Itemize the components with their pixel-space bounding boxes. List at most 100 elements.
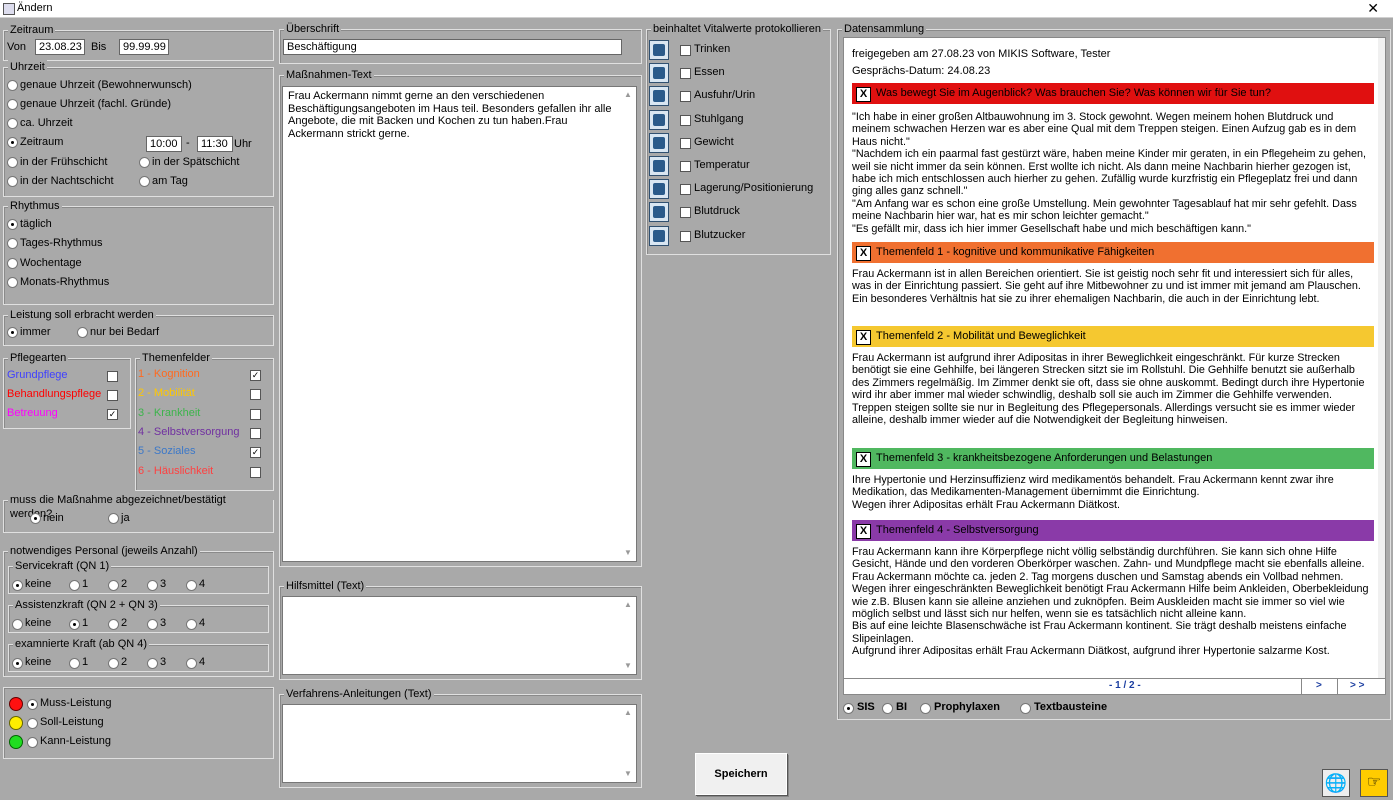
vital-checkbox-5[interactable]	[680, 161, 691, 172]
muss-leistung-radio[interactable]	[27, 699, 38, 710]
personal-radio-0-2[interactable]	[108, 580, 119, 591]
vital-icon-3	[649, 109, 669, 130]
prophylaxen-radio[interactable]	[920, 703, 931, 714]
sis-section-toggle-2[interactable]: X	[856, 330, 871, 345]
uhrzeit-opt1-label: genaue Uhrzeit (Bewohnerwunsch)	[20, 79, 192, 91]
vital-icon-inner-4	[653, 136, 665, 149]
vital-icon-0	[649, 40, 669, 60]
personal-opt-label-2-4: 4	[199, 656, 206, 668]
time-from-input[interactable]: 10:00	[146, 136, 182, 152]
massnahmen-label: Maßnahmen-Text	[284, 68, 374, 82]
vital-checkbox-4[interactable]	[680, 137, 691, 149]
rhythmus-radio-4[interactable]	[7, 277, 18, 288]
personal-opt-label-0-4: 4	[199, 578, 206, 590]
bi-radio[interactable]	[882, 703, 893, 714]
personal-radio-0-0[interactable]	[12, 580, 23, 591]
abzeichnen-radio-ja[interactable]	[108, 513, 119, 524]
personal-radio-2-1[interactable]	[69, 658, 80, 669]
personal-radio-1-4[interactable]	[186, 619, 197, 630]
uhrzeit-opt4-label: Zeitraum	[20, 136, 64, 148]
pflegeart-checkbox-1[interactable]	[107, 390, 118, 401]
soll-leistung-radio[interactable]	[27, 718, 38, 729]
leistung-radio-bedarf[interactable]	[77, 327, 88, 338]
themenfeld-checkbox-5[interactable]	[250, 466, 261, 478]
themenfeld-checkbox-3[interactable]	[250, 427, 261, 439]
sis-radio[interactable]	[843, 703, 854, 714]
sis-section-toggle-1[interactable]: X	[856, 246, 871, 261]
ueberschrift-input[interactable]: Beschäftigung	[283, 39, 622, 55]
pflegeart-checkbox-2[interactable]: ✓	[107, 409, 118, 420]
vital-checkbox-6[interactable]	[680, 184, 691, 196]
leistung-radio-immer[interactable]	[7, 327, 18, 338]
rhythmus-radio-2[interactable]	[7, 238, 18, 249]
vital-checkbox-1[interactable]	[680, 68, 691, 80]
vital-checkbox-3[interactable]	[680, 114, 691, 126]
hilfsmittel-scrollbar[interactable]: ▲ ▼	[623, 599, 634, 672]
sis-section-toggle-0[interactable]: X	[856, 87, 871, 102]
themenfeld-checkbox-1[interactable]	[250, 389, 261, 401]
personal-radio-1-0[interactable]	[12, 619, 23, 630]
personal-radio-0-3[interactable]	[147, 580, 158, 591]
uhrzeit-opt7-label: in der Nachtschicht	[20, 175, 114, 187]
time-unit-label: Uhr	[234, 138, 252, 150]
themenfeld-label-2: 3 - Krankheit	[138, 406, 201, 419]
personal-radio-2-2[interactable]	[108, 658, 119, 669]
massnahmen-textarea[interactable]: Frau Ackermann nimmt gerne an den versch…	[282, 86, 637, 562]
pflegeart-label-2: Betreuung	[7, 407, 58, 419]
personal-opt-label-2-0: keine	[25, 656, 52, 668]
textbausteine-radio[interactable]	[1020, 703, 1031, 714]
exit-icon[interactable]: ☞	[1360, 769, 1388, 797]
themenfeld-checkbox-4[interactable]: ✓	[250, 447, 261, 459]
time-to-input[interactable]: 11:30	[197, 136, 233, 152]
rhythmus-radio-1[interactable]	[7, 219, 18, 230]
von-date-input[interactable]: 23.08.23	[35, 39, 85, 55]
uhrzeit-radio-2[interactable]	[7, 99, 18, 110]
pflegeart-checkbox-0[interactable]	[107, 371, 118, 382]
hilfsmittel-textarea[interactable]: ▲ ▼	[282, 596, 637, 675]
vital-checkbox-8[interactable]	[680, 230, 691, 242]
sis-section-toggle-4[interactable]: X	[856, 524, 871, 539]
uhrzeit-radio-1[interactable]	[7, 80, 18, 91]
massnahmen-scrollbar[interactable]: ▲ ▼	[623, 89, 634, 559]
uhrzeit-radio-4[interactable]	[7, 137, 18, 148]
personal-radio-0-1[interactable]	[69, 580, 80, 591]
abzeichnen-radio-nein[interactable]	[30, 513, 41, 524]
personal-radio-1-1[interactable]	[69, 619, 80, 630]
vital-checkbox-2[interactable]	[680, 91, 691, 103]
kann-leistung-radio[interactable]	[27, 737, 38, 748]
vital-checkbox-7[interactable]	[680, 207, 691, 219]
speichern-button[interactable]: Speichern	[695, 753, 787, 795]
personal-radio-0-4[interactable]	[186, 580, 197, 591]
close-icon[interactable]: ✕	[1367, 0, 1379, 17]
uhrzeit-radio-7[interactable]	[7, 176, 18, 187]
sis-document: freigegeben am 27.08.23 von MIKIS Softwa…	[843, 37, 1386, 695]
personal-opt-label-1-2: 2	[121, 617, 128, 629]
personal-label: notwendiges Personal (jeweils Anzahl)	[8, 544, 200, 558]
sis-scrollbar[interactable]	[1378, 38, 1385, 678]
last-page-button[interactable]: > >	[1350, 680, 1364, 691]
bis-date-input[interactable]: 99.99.99	[119, 39, 169, 55]
themenfeld-checkbox-0[interactable]: ✓	[250, 370, 261, 381]
personal-radio-2-4[interactable]	[186, 658, 197, 669]
personal-radio-2-0[interactable]	[12, 658, 23, 669]
sis-section-toggle-3[interactable]: X	[856, 452, 871, 467]
personal-subgroup-label-0: Servicekraft (QN 1)	[13, 559, 112, 573]
uhrzeit-opt3-label: ca. Uhrzeit	[20, 117, 73, 129]
uhrzeit-radio-8[interactable]	[139, 176, 150, 187]
personal-radio-1-3[interactable]	[147, 619, 158, 630]
uhrzeit-radio-6[interactable]	[139, 157, 150, 168]
verfahren-textarea[interactable]: ▲ ▼	[282, 704, 637, 783]
globe-icon[interactable]: 🌐	[1322, 769, 1350, 797]
personal-radio-2-3[interactable]	[147, 658, 158, 669]
themenfeld-checkbox-2[interactable]	[250, 408, 261, 420]
next-page-button[interactable]: >	[1316, 680, 1322, 691]
vital-checkbox-0[interactable]	[680, 45, 691, 56]
uhrzeit-radio-3[interactable]	[7, 118, 18, 129]
rhythmus-radio-3[interactable]	[7, 258, 18, 269]
uhrzeit-radio-5[interactable]	[7, 157, 18, 168]
verfahren-scrollbar[interactable]: ▲ ▼	[623, 707, 634, 780]
massnahmen-text: Frau Ackermann nimmt gerne an den versch…	[288, 90, 612, 140]
vital-label-8: Blutzucker	[694, 228, 746, 241]
themenfeld-label-3: 4 - Selbstversorgung	[138, 425, 240, 438]
personal-radio-1-2[interactable]	[108, 619, 119, 630]
